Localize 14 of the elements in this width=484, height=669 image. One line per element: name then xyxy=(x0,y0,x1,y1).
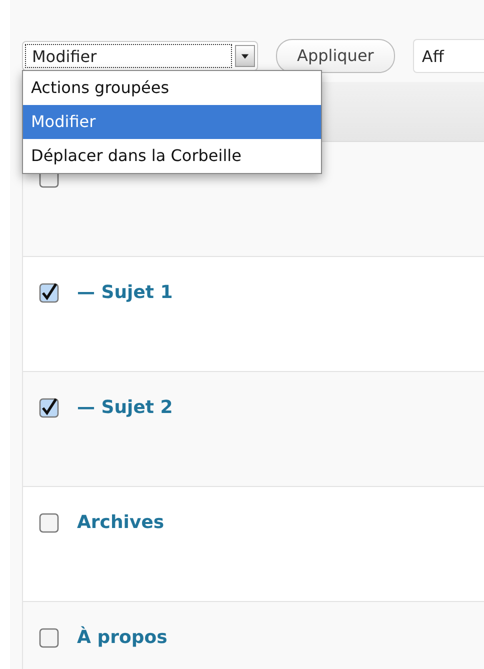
apply-button[interactable]: Appliquer xyxy=(276,38,395,72)
page-title-link[interactable]: Archives xyxy=(77,509,164,536)
checkbox[interactable] xyxy=(39,513,59,533)
page-title-link[interactable]: — Sujet 2 xyxy=(77,394,173,421)
checked-checkbox[interactable] xyxy=(39,283,59,303)
page-title-link[interactable]: — Sujet 1 xyxy=(77,279,173,306)
checked-checkbox[interactable] xyxy=(39,398,59,418)
checkbox[interactable] xyxy=(39,628,59,648)
dropdown-option[interactable]: Actions groupées xyxy=(23,71,321,105)
filter-button[interactable]: Aff xyxy=(412,38,484,72)
page-title-link[interactable]: À propos xyxy=(77,624,168,651)
dropdown-option[interactable]: Modifier xyxy=(23,105,321,139)
bulk-actions-select[interactable]: Modifier xyxy=(22,40,258,70)
dropdown-option[interactable]: Déplacer dans la Corbeille xyxy=(23,139,321,173)
